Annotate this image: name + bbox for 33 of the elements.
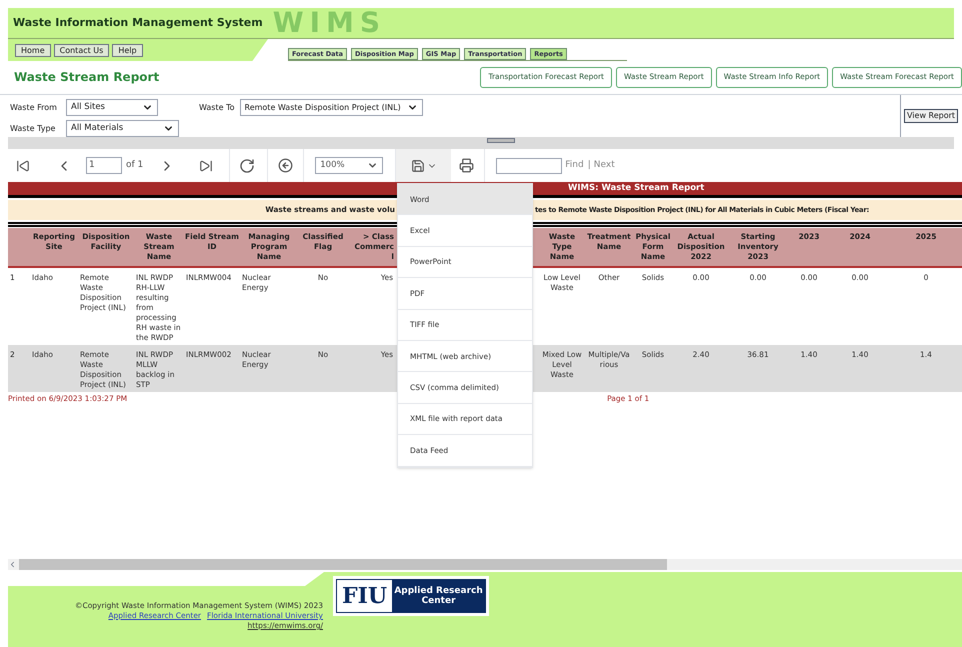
field-label: Waste To: [199, 102, 234, 114]
first-page-icon[interactable]: [16, 158, 30, 172]
site-title: Waste Information Management System: [13, 14, 263, 31]
next-link[interactable]: Next: [594, 158, 615, 172]
splitter-handle[interactable]: [487, 138, 515, 143]
last-page-icon[interactable]: [199, 158, 214, 172]
back-icon[interactable]: [278, 158, 294, 173]
scroll-left-icon[interactable]: [8, 560, 17, 569]
find-field[interactable]: [496, 158, 562, 174]
nav-button[interactable]: Home: [15, 44, 51, 56]
page-count: of 1: [126, 158, 144, 172]
logo-text: Applied Research Center: [393, 586, 484, 606]
save-icon: [410, 158, 425, 172]
field-label: Waste Type: [10, 122, 56, 134]
export-button[interactable]: [396, 149, 452, 182]
waste-from-select[interactable]: All Sites: [66, 99, 158, 116]
nav-button[interactable]: Help: [112, 44, 143, 56]
refresh-icon[interactable]: [239, 158, 256, 174]
report-title: WIMS: Waste Stream Report: [568, 182, 704, 195]
field-label: Waste From: [10, 102, 58, 114]
waste-to-select[interactable]: Remote Waste Disposition Project (INL): [240, 99, 422, 116]
zoom-select[interactable]: 100%: [315, 157, 384, 174]
scrollbar-thumb[interactable]: [19, 559, 667, 570]
nav-button[interactable]: Contact Us: [54, 44, 110, 56]
print-icon[interactable]: [459, 158, 474, 173]
logo-mark: FIU: [337, 580, 392, 612]
find-link[interactable]: Find: [565, 158, 584, 172]
view-report-button[interactable]: View Report: [904, 109, 958, 123]
page-number-field[interactable]: 1: [86, 157, 122, 174]
logo-text: WIMS: [272, 8, 386, 38]
separator-text: |: [588, 158, 591, 172]
waste-type-select[interactable]: All Materials: [66, 120, 179, 137]
page-title: Waste Stream Report: [14, 69, 160, 86]
